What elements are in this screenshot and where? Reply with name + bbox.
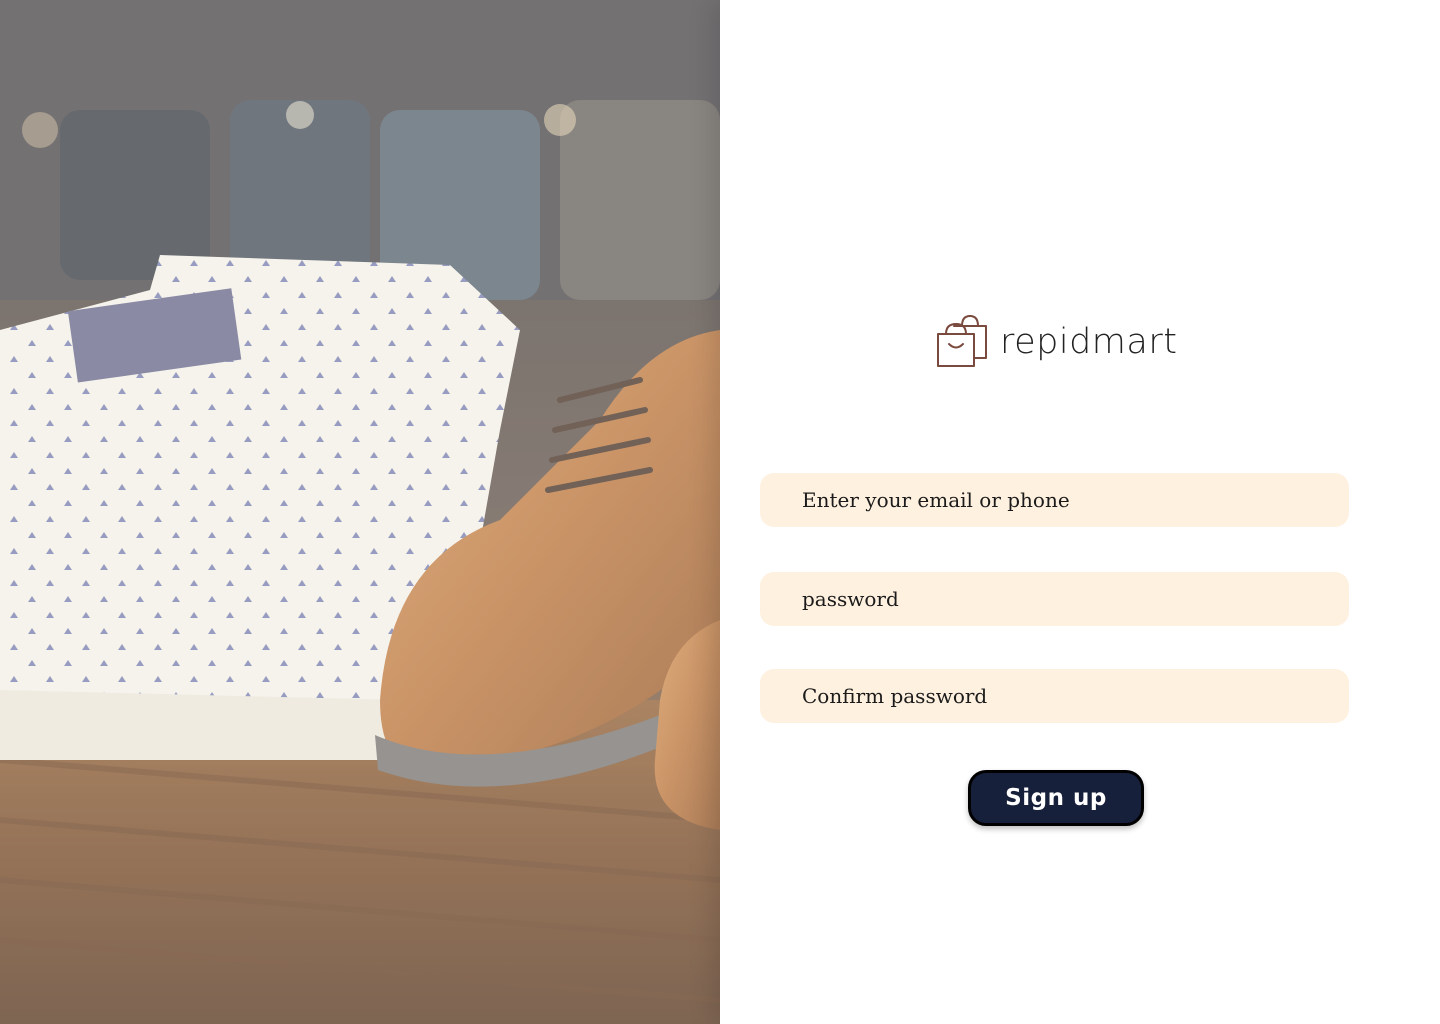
shopping-bags-icon bbox=[937, 315, 987, 367]
signup-button[interactable]: Sign up bbox=[968, 770, 1144, 826]
confirm-password-field[interactable] bbox=[802, 684, 1349, 708]
password-field-wrapper bbox=[760, 572, 1349, 626]
hero-illustration bbox=[0, 0, 720, 1024]
email-field-wrapper bbox=[760, 473, 1349, 527]
password-field[interactable] bbox=[802, 587, 1349, 611]
brand-name: repidmart bbox=[1000, 321, 1178, 362]
hero-image bbox=[0, 0, 720, 1024]
confirm-password-field-wrapper bbox=[760, 669, 1349, 723]
brand-logo: repidmart bbox=[936, 314, 1177, 370]
signup-panel: repidmart Sign up bbox=[720, 0, 1440, 1024]
email-field[interactable] bbox=[802, 488, 1349, 512]
